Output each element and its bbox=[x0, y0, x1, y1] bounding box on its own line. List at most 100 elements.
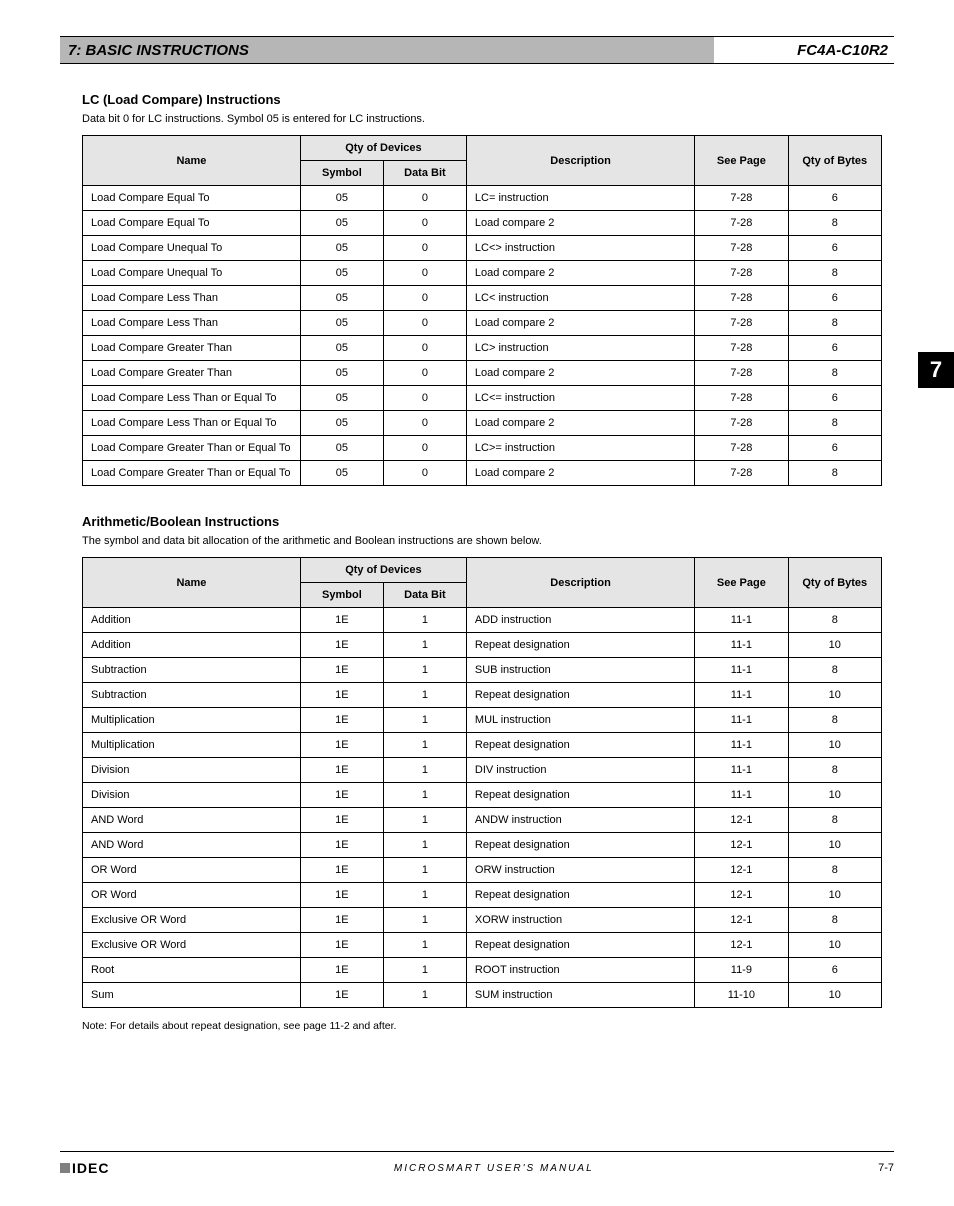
col-qty-devices: Qty of Devices bbox=[300, 136, 466, 161]
cell-data: 1 bbox=[383, 958, 466, 983]
cell-see: 11-1 bbox=[695, 658, 788, 683]
cell-see: 7-28 bbox=[695, 286, 788, 311]
col-desc: Description bbox=[466, 136, 694, 186]
cell-data: 0 bbox=[383, 386, 466, 411]
cell-name: Addition bbox=[83, 608, 301, 633]
cell-see: 12-1 bbox=[695, 808, 788, 833]
cell-qty: 8 bbox=[788, 211, 881, 236]
cell-data: 1 bbox=[383, 658, 466, 683]
cell-see: 12-1 bbox=[695, 908, 788, 933]
cell-name: Subtraction bbox=[83, 658, 301, 683]
cell-data: 0 bbox=[383, 311, 466, 336]
cell-name: AND Word bbox=[83, 833, 301, 858]
cell-name: Exclusive OR Word bbox=[83, 933, 301, 958]
cell-sym: 1E bbox=[300, 858, 383, 883]
cell-sym: 1E bbox=[300, 708, 383, 733]
cell-qty: 6 bbox=[788, 958, 881, 983]
cell-desc: LC<> instruction bbox=[466, 236, 694, 261]
table-row: Load Compare Less Than or Equal To050LC<… bbox=[83, 386, 882, 411]
section2-subtitle: The symbol and data bit allocation of th… bbox=[82, 535, 894, 547]
table-row: Load Compare Greater Than or Equal To050… bbox=[83, 436, 882, 461]
cell-desc: Repeat designation bbox=[466, 783, 694, 808]
table-row: Load Compare Equal To050Load compare 27-… bbox=[83, 211, 882, 236]
table-row: AND Word1E1Repeat designation12-110 bbox=[83, 833, 882, 858]
cell-name: Load Compare Greater Than bbox=[83, 361, 301, 386]
table-row: Sum1E1SUM instruction11-1010 bbox=[83, 983, 882, 1008]
cell-name: Sum bbox=[83, 983, 301, 1008]
cell-sym: 1E bbox=[300, 783, 383, 808]
cell-qty: 10 bbox=[788, 633, 881, 658]
table-row: Exclusive OR Word1E1XORW instruction12-1… bbox=[83, 908, 882, 933]
cell-data: 0 bbox=[383, 236, 466, 261]
table-row: Load Compare Greater Than050LC> instruct… bbox=[83, 336, 882, 361]
table-row: Load Compare Less Than050Load compare 27… bbox=[83, 311, 882, 336]
table-row: OR Word1E1Repeat designation12-110 bbox=[83, 883, 882, 908]
cell-name: Addition bbox=[83, 633, 301, 658]
cell-data: 1 bbox=[383, 633, 466, 658]
cell-desc: Repeat designation bbox=[466, 633, 694, 658]
cell-qty: 8 bbox=[788, 708, 881, 733]
cell-desc: LC= instruction bbox=[466, 186, 694, 211]
cell-sym: 05 bbox=[300, 186, 383, 211]
cell-qty: 8 bbox=[788, 608, 881, 633]
cell-qty: 8 bbox=[788, 361, 881, 386]
cell-desc: LC> instruction bbox=[466, 336, 694, 361]
cell-qty: 6 bbox=[788, 436, 881, 461]
cell-sym: 1E bbox=[300, 883, 383, 908]
cell-desc: XORW instruction bbox=[466, 908, 694, 933]
cell-desc: ANDW instruction bbox=[466, 808, 694, 833]
cell-sym: 1E bbox=[300, 633, 383, 658]
cell-see: 11-1 bbox=[695, 758, 788, 783]
cell-see: 7-28 bbox=[695, 211, 788, 236]
cell-see: 7-28 bbox=[695, 461, 788, 486]
header-left: 7: BASIC INSTRUCTIONS bbox=[60, 37, 714, 63]
table-row: OR Word1E1ORW instruction12-18 bbox=[83, 858, 882, 883]
cell-sym: 1E bbox=[300, 958, 383, 983]
col-see: See Page bbox=[695, 558, 788, 608]
cell-qty: 8 bbox=[788, 758, 881, 783]
cell-sym: 05 bbox=[300, 236, 383, 261]
section1-title: LC (Load Compare) Instructions bbox=[82, 92, 894, 107]
cell-data: 1 bbox=[383, 758, 466, 783]
cell-sym: 1E bbox=[300, 733, 383, 758]
cell-qty: 8 bbox=[788, 311, 881, 336]
cell-name: Multiplication bbox=[83, 733, 301, 758]
logo-text: IDEC bbox=[72, 1160, 109, 1176]
cell-see: 11-1 bbox=[695, 608, 788, 633]
cell-name: Load Compare Unequal To bbox=[83, 261, 301, 286]
cell-name: AND Word bbox=[83, 808, 301, 833]
table-row: Multiplication1E1Repeat designation11-11… bbox=[83, 733, 882, 758]
cell-name: Load Compare Greater Than bbox=[83, 336, 301, 361]
cell-data: 1 bbox=[383, 733, 466, 758]
cell-sym: 1E bbox=[300, 983, 383, 1008]
cell-name: Root bbox=[83, 958, 301, 983]
cell-desc: ROOT instruction bbox=[466, 958, 694, 983]
table-row: Subtraction1E1SUB instruction11-18 bbox=[83, 658, 882, 683]
col-qty-bytes: Qty of Bytes bbox=[788, 558, 881, 608]
cell-qty: 8 bbox=[788, 858, 881, 883]
cell-qty: 6 bbox=[788, 286, 881, 311]
cell-desc: Load compare 2 bbox=[466, 411, 694, 436]
cell-qty: 6 bbox=[788, 186, 881, 211]
col-symbol: Symbol bbox=[300, 161, 383, 186]
cell-name: Load Compare Equal To bbox=[83, 211, 301, 236]
cell-sym: 1E bbox=[300, 908, 383, 933]
cell-see: 11-1 bbox=[695, 633, 788, 658]
cell-see: 11-9 bbox=[695, 958, 788, 983]
cell-name: Subtraction bbox=[83, 683, 301, 708]
cell-data: 1 bbox=[383, 858, 466, 883]
col-qty-devices: Qty of Devices bbox=[300, 558, 466, 583]
cell-sym: 05 bbox=[300, 461, 383, 486]
cell-desc: ADD instruction bbox=[466, 608, 694, 633]
cell-sym: 05 bbox=[300, 361, 383, 386]
cell-data: 0 bbox=[383, 211, 466, 236]
table-arith-instructions: Name Qty of Devices Description See Page… bbox=[82, 557, 882, 1008]
cell-sym: 05 bbox=[300, 411, 383, 436]
section2-note: Note: For details about repeat designati… bbox=[82, 1020, 894, 1032]
cell-sym: 1E bbox=[300, 608, 383, 633]
cell-desc: DIV instruction bbox=[466, 758, 694, 783]
cell-sym: 1E bbox=[300, 758, 383, 783]
cell-desc: SUM instruction bbox=[466, 983, 694, 1008]
page-footer: IDEC MICROSMART USER'S MANUAL 7-7 bbox=[60, 1151, 894, 1176]
cell-see: 7-28 bbox=[695, 186, 788, 211]
